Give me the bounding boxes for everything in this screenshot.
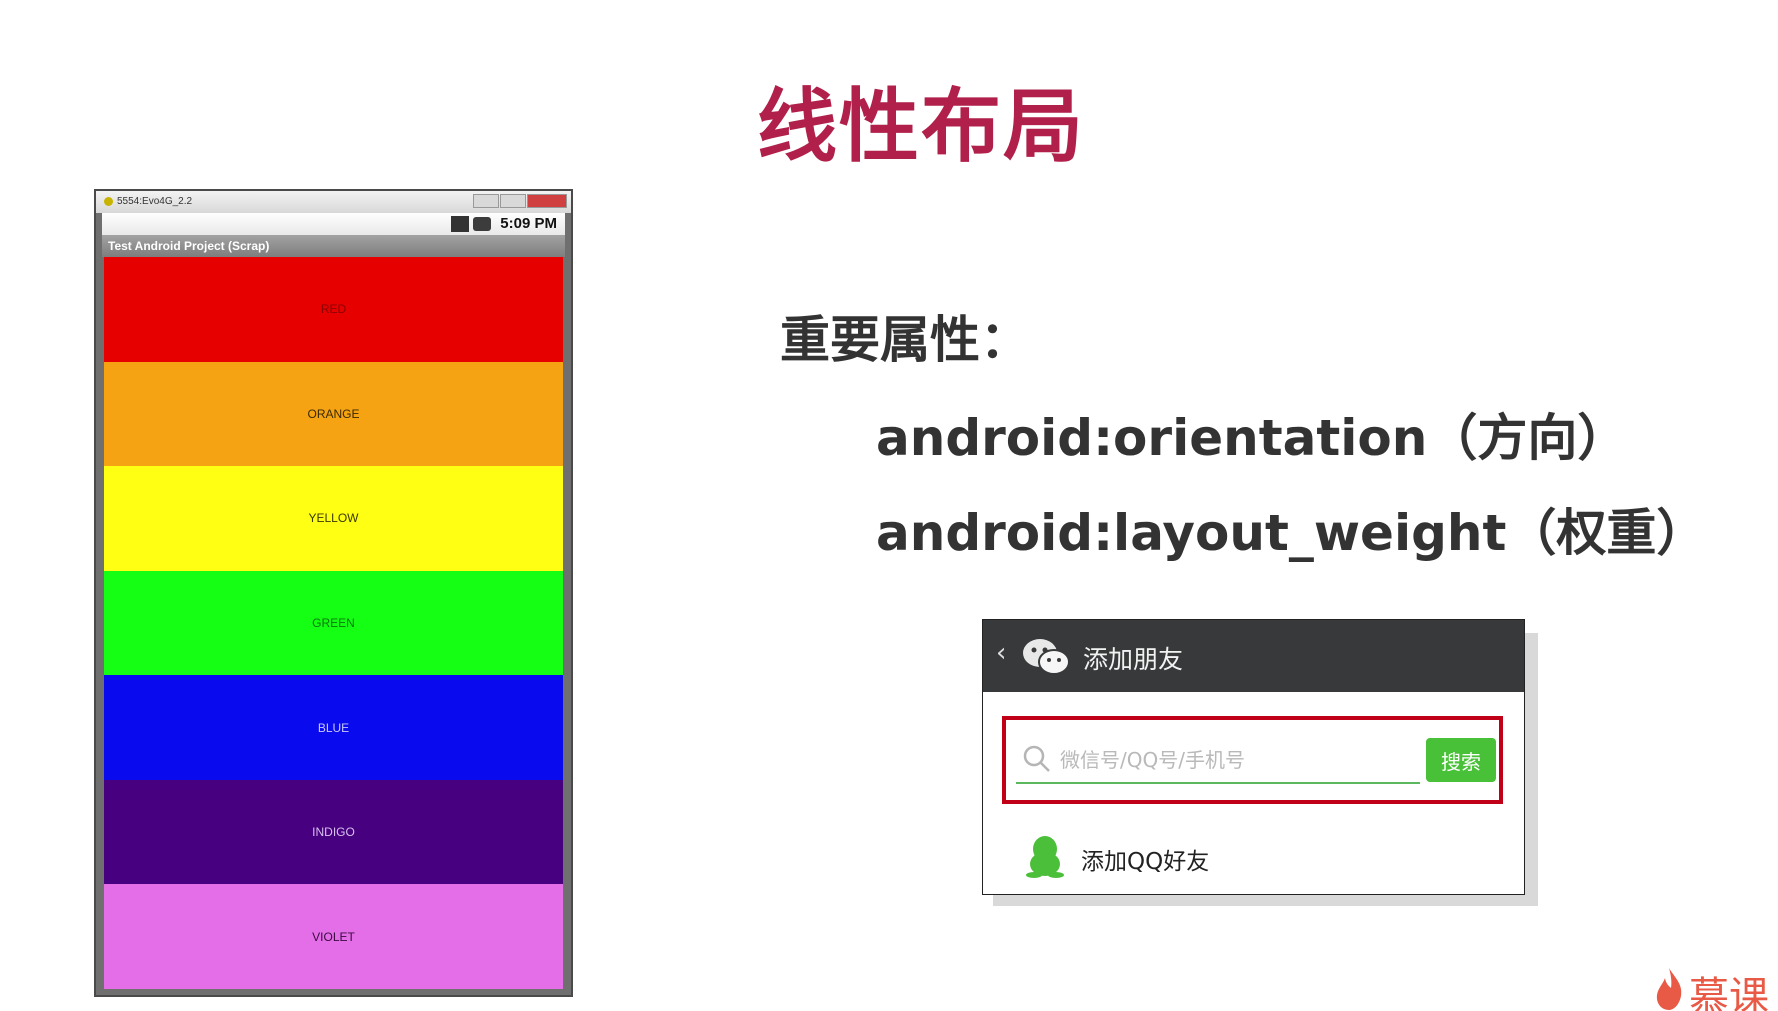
stripe-label: ORANGE (307, 406, 360, 421)
stripe-yellow: YELLOW (104, 466, 563, 571)
search-button[interactable]: 搜索 (1426, 738, 1496, 782)
wechat-add-friend-screenshot: ‹ 添加朋友 搜索 添加QQ好友 (982, 619, 1525, 895)
android-status-bar: 5:09 PM (102, 213, 565, 235)
stripe-red: RED (104, 257, 563, 362)
app-title-bar: Test Android Project (Scrap) (102, 235, 565, 257)
emulator-app-icon (104, 196, 113, 206)
slide-title: 线性布局 (757, 80, 1085, 173)
watermark: 慕课 (1651, 962, 1778, 1011)
stripe-violet: VIOLET (104, 884, 563, 990)
add-qq-friend-item[interactable]: 添加QQ好友 (983, 828, 1524, 892)
watermark-text: 慕课 (1689, 974, 1769, 1011)
wechat-logo-icon (1023, 639, 1070, 675)
status-clock: 5:09 PM (500, 215, 557, 232)
stripe-orange: ORANGE (104, 361, 563, 467)
stripe-indigo: INDIGO (104, 779, 563, 885)
stripe-green: GREEN (104, 570, 563, 676)
stripe-label: GREEN (312, 616, 355, 631)
window-controls (473, 194, 567, 208)
minimize-button[interactable] (473, 194, 499, 208)
stripe-label: VIOLET (312, 929, 355, 944)
attributes-heading: 重要属性： (780, 311, 1030, 369)
color-stripes: RED ORANGE YELLOW GREEN BLUE INDIGO VIOLET (104, 257, 563, 990)
flame-logo-icon (1656, 968, 1682, 1010)
stripe-label: BLUE (317, 720, 350, 735)
maximize-button[interactable] (500, 194, 526, 208)
signal-icon (451, 216, 469, 232)
stripe-label: RED (320, 302, 347, 317)
close-button[interactable] (527, 194, 567, 208)
add-qq-friend-label: 添加QQ好友 (1081, 849, 1210, 875)
search-icon (1023, 745, 1050, 772)
qq-penguin-icon (1026, 836, 1064, 878)
stripe-label: YELLOW (308, 511, 359, 526)
battery-icon (473, 217, 491, 231)
attribute-orientation: android:orientation（方向） (876, 409, 1628, 467)
search-highlight-box: 搜索 (1002, 716, 1503, 804)
back-chevron-icon[interactable]: ‹ (996, 638, 1006, 668)
stripe-blue: BLUE (104, 675, 563, 780)
emulator-window: 5554:Evo4G_2.2 5:09 PM Test Android Proj… (94, 189, 573, 997)
wechat-title: 添加朋友 (1083, 645, 1184, 674)
attribute-layout-weight: android:layout_weight（权重） (876, 504, 1707, 562)
window-title: 5554:Evo4G_2.2 (117, 196, 193, 207)
wechat-header: ‹ 添加朋友 (983, 620, 1524, 692)
window-titlebar: 5554:Evo4G_2.2 (96, 191, 571, 213)
search-field-container (1016, 740, 1420, 784)
search-input[interactable] (1060, 746, 1400, 774)
stripe-label: INDIGO (312, 825, 355, 840)
